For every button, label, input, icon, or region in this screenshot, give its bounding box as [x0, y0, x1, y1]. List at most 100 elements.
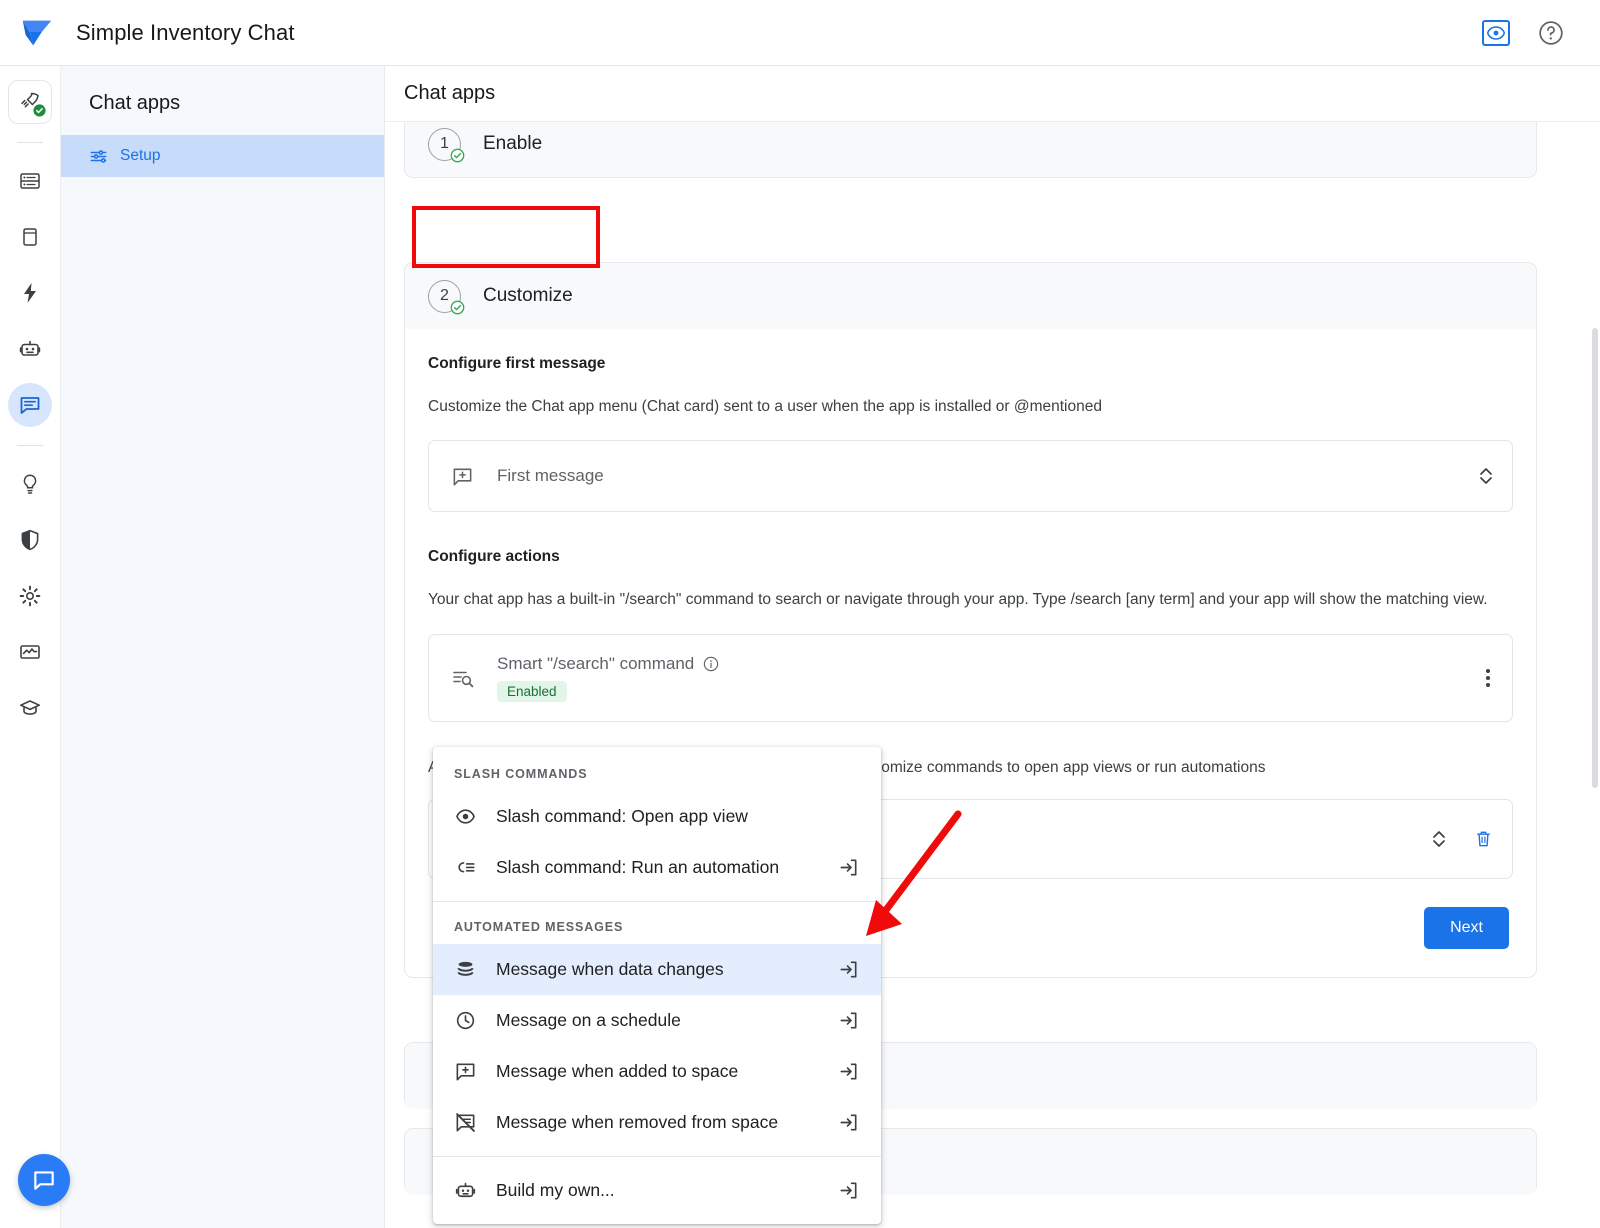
- lightning-automation-icon: [18, 281, 42, 305]
- sidebar-item-setup[interactable]: Setup: [61, 135, 384, 177]
- left-rail: [0, 66, 61, 1228]
- menu-item-slash-run-automation[interactable]: Slash command: Run an automation: [433, 842, 881, 893]
- menu-item-build-my-own[interactable]: Build my own...: [433, 1165, 881, 1216]
- open-in-new-glyph: [837, 1111, 860, 1134]
- rail-item-app[interactable]: [8, 215, 52, 259]
- top-bar-actions: [1482, 18, 1582, 48]
- main-header-title: Chat apps: [385, 66, 1600, 122]
- rail-item-monitor[interactable]: [8, 630, 52, 674]
- menu-item-message-on-a-schedule[interactable]: Message on a schedule: [433, 995, 881, 1046]
- command-line-glyph: [454, 856, 477, 879]
- eye-preview-icon[interactable]: [1482, 20, 1510, 46]
- open-in-new-icon[interactable]: [837, 856, 860, 879]
- clock-schedule-glyph: [454, 1009, 477, 1032]
- step-header-customize[interactable]: 2 Customize: [405, 263, 1536, 329]
- add-action-dropdown-menu[interactable]: SLASH COMMANDS Slash command: Open app v…: [433, 747, 881, 1224]
- scrollbar-thumb[interactable]: [1592, 328, 1598, 788]
- first-message-actions: [1478, 464, 1494, 488]
- rail-item-intelligence[interactable]: [8, 462, 52, 506]
- green-check-badge: [450, 148, 465, 163]
- kebab-dot: [1486, 683, 1490, 687]
- database-stack-glyph: [454, 958, 477, 981]
- command-line-icon: [454, 856, 480, 879]
- info-circle-icon[interactable]: [703, 656, 719, 672]
- rail-item-automation[interactable]: [8, 271, 52, 315]
- robot-bot-glyph: [454, 1179, 477, 1202]
- step-header-enable[interactable]: 1 Enable: [405, 122, 1536, 177]
- open-in-new-icon[interactable]: [837, 1060, 860, 1083]
- menu-item-message-when-removed-from-space[interactable]: Message when removed from space: [433, 1097, 881, 1148]
- trash-delete-icon[interactable]: [1473, 828, 1494, 850]
- expand-collapse-icon[interactable]: [1478, 464, 1494, 488]
- add-comment-icon: [454, 1060, 480, 1083]
- green-check-badge: [450, 300, 465, 315]
- step-number-badge: 1: [428, 128, 461, 161]
- chat-apps-subnav: Chat apps Setup: [61, 66, 385, 1228]
- dropdown-divider: [433, 1156, 881, 1157]
- eye-glyph: [1487, 26, 1505, 40]
- help-circle-icon[interactable]: [1536, 18, 1566, 48]
- chat-support-fab[interactable]: [18, 1154, 70, 1206]
- expand-collapse-icon[interactable]: [1431, 827, 1447, 851]
- page-title: Simple Inventory Chat: [76, 20, 295, 46]
- open-in-new-icon[interactable]: [837, 1009, 860, 1032]
- kebab-dot: [1486, 676, 1490, 680]
- menu-item-message-when-added-to-space[interactable]: Message when added to space: [433, 1046, 881, 1097]
- graduation-cap-icon: [18, 696, 42, 720]
- open-in-new-icon[interactable]: [837, 958, 860, 981]
- step-label: Customize: [483, 285, 573, 307]
- first-message-section-title: Configure first message: [428, 355, 1513, 373]
- scrollbar-track[interactable]: [1591, 178, 1600, 1228]
- more-vert-icon[interactable]: [1482, 665, 1494, 691]
- rail-item-settings[interactable]: [8, 574, 52, 618]
- smart-search-command-row[interactable]: Smart "/search" command Enabled: [428, 634, 1513, 722]
- first-message-label: First message: [497, 466, 604, 486]
- next-button[interactable]: Next: [1424, 907, 1509, 949]
- kebab-dot: [1486, 669, 1490, 673]
- search-list-glyph: [451, 666, 475, 690]
- eye-visibility-icon: [454, 805, 480, 828]
- menu-item-slash-open-app-view[interactable]: Slash command: Open app view: [433, 791, 881, 842]
- step-card-enable: 1 Enable: [404, 122, 1537, 178]
- rail-item-bots[interactable]: [8, 327, 52, 371]
- comment-off-icon: [454, 1111, 480, 1134]
- rail-item-chat-apps[interactable]: [8, 383, 52, 427]
- menu-item-message-when-data-changes[interactable]: Message when data changes: [433, 944, 881, 995]
- rail-item-learn[interactable]: [8, 686, 52, 730]
- help-glyph: [1538, 20, 1564, 46]
- open-in-new-icon[interactable]: [837, 1111, 860, 1134]
- rail-item-data[interactable]: [8, 159, 52, 203]
- robot-bot-icon: [454, 1179, 480, 1202]
- clock-schedule-icon: [454, 1009, 480, 1032]
- dropdown-divider: [433, 901, 881, 902]
- comment-off-glyph: [454, 1111, 477, 1134]
- eye-visibility-glyph: [454, 805, 477, 828]
- brand: Simple Inventory Chat: [18, 14, 295, 52]
- top-bar: Simple Inventory Chat: [0, 0, 1600, 66]
- appsheet-logo: [18, 14, 56, 52]
- rail-divider-bottom: [17, 445, 43, 446]
- rail-item-security[interactable]: [8, 518, 52, 562]
- menu-item-label: Message when data changes: [496, 959, 724, 980]
- first-message-row[interactable]: First message: [428, 440, 1513, 512]
- chat-bubble-icon: [31, 1167, 57, 1193]
- first-message-section-description: Customize the Chat app menu (Chat card) …: [428, 395, 1513, 418]
- dropdown-group-heading-automated: AUTOMATED MESSAGES: [433, 910, 881, 944]
- open-in-new-icon[interactable]: [837, 1179, 860, 1202]
- status-badge: Enabled: [497, 681, 567, 702]
- menu-item-label: Message when removed from space: [496, 1112, 778, 1133]
- smart-search-text: Smart "/search" command Enabled: [497, 654, 719, 702]
- add-comment-glyph: [451, 465, 474, 488]
- actions-section-description: Your chat app has a built-in "/search" c…: [428, 588, 1513, 611]
- dropdown-group-heading-slash: SLASH COMMANDS: [433, 757, 881, 791]
- chat-message-icon: [18, 393, 42, 417]
- menu-item-label: Message on a schedule: [496, 1010, 681, 1031]
- menu-item-label: Slash command: Open app view: [496, 806, 748, 827]
- app-root: Simple Inventory Chat: [0, 0, 1600, 1228]
- rail-item-deploy[interactable]: [8, 80, 52, 124]
- open-in-new-glyph: [837, 958, 860, 981]
- step-number-badge: 2: [428, 280, 461, 313]
- open-in-new-glyph: [837, 1179, 860, 1202]
- open-in-new-glyph: [837, 1009, 860, 1032]
- green-check-badge: [33, 104, 46, 117]
